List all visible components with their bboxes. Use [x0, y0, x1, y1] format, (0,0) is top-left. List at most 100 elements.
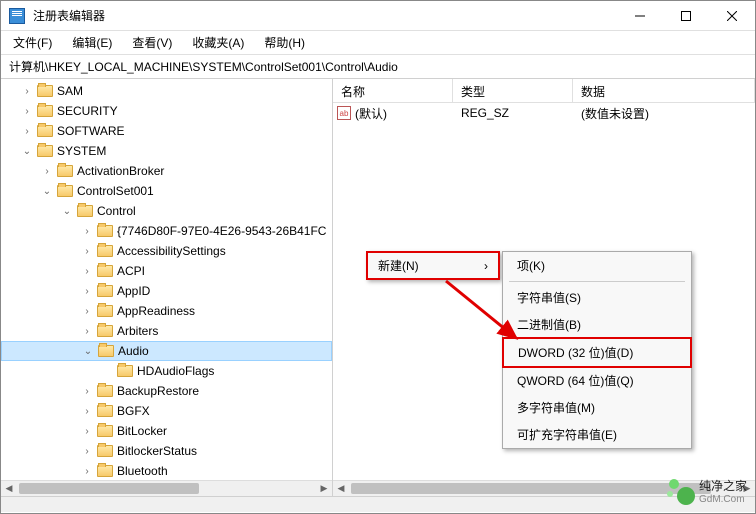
menu-item[interactable]: 项(K) [503, 252, 691, 279]
tree-label: SOFTWARE [57, 124, 125, 138]
tree-label: AppReadiness [117, 304, 195, 318]
folder-icon [97, 425, 113, 437]
context-submenu-new[interactable]: 项(K) 字符串值(S)二进制值(B)DWORD (32 位)值(D)QWORD … [502, 251, 692, 449]
close-button[interactable] [709, 1, 755, 31]
chevron-right-icon[interactable]: › [21, 106, 33, 117]
chevron-right-icon[interactable]: › [21, 126, 33, 137]
tree-item[interactable]: HDAudioFlags [1, 361, 332, 381]
folder-icon [97, 465, 113, 477]
chevron-down-icon[interactable]: ⌄ [61, 206, 73, 217]
chevron-right-icon[interactable]: › [81, 266, 93, 277]
folder-icon [97, 405, 113, 417]
menu-separator [509, 281, 685, 282]
chevron-right-icon[interactable]: › [81, 426, 93, 437]
chevron-down-icon[interactable]: ⌄ [41, 186, 53, 197]
tree-item[interactable]: › BitLocker [1, 421, 332, 441]
minimize-button[interactable] [617, 1, 663, 31]
tree-label: ActivationBroker [77, 164, 164, 178]
folder-icon [97, 385, 113, 397]
folder-icon [57, 165, 73, 177]
menu-item-new[interactable]: 新建(N) [378, 257, 419, 274]
tree-label: BGFX [117, 404, 150, 418]
tree-item[interactable]: ⌄SYSTEM [1, 141, 332, 161]
submenu-arrow-icon: › [484, 259, 488, 273]
tree-item[interactable]: ⌄Audio [1, 341, 332, 361]
folder-icon [97, 265, 113, 277]
titlebar: 注册表编辑器 [1, 1, 755, 31]
chevron-right-icon[interactable]: › [81, 466, 93, 477]
column-data[interactable]: 数据 [573, 79, 755, 102]
chevron-right-icon[interactable]: › [81, 406, 93, 417]
chevron-right-icon[interactable]: › [81, 386, 93, 397]
tree-label: BitLocker [117, 424, 167, 438]
menu-item[interactable]: 字符串值(S) [503, 284, 691, 311]
tree-label: BitlockerStatus [117, 444, 197, 458]
tree-item[interactable]: › BGFX [1, 401, 332, 421]
menu-edit[interactable]: 编辑(E) [64, 32, 120, 53]
maximize-button[interactable] [663, 1, 709, 31]
scroll-left-icon[interactable]: ◀ [333, 481, 349, 496]
menu-view[interactable]: 查看(V) [124, 32, 180, 53]
tree-item[interactable]: › Arbiters [1, 321, 332, 341]
tree-item[interactable]: › BackupRestore [1, 381, 332, 401]
tree-item[interactable]: › SECURITY [1, 101, 332, 121]
list-row[interactable]: ab (默认) REG_SZ (数值未设置) [333, 103, 755, 123]
tree-item[interactable]: › AppID [1, 281, 332, 301]
folder-icon [97, 445, 113, 457]
folder-icon [97, 225, 113, 237]
scroll-right-icon[interactable]: ▶ [316, 481, 332, 496]
tree-label: AccessibilitySettings [117, 244, 226, 258]
tree-item[interactable]: ›Bluetooth [1, 461, 332, 480]
folder-icon [37, 105, 53, 117]
tree-item[interactable]: › AppReadiness [1, 301, 332, 321]
tree-item[interactable]: › ACPI [1, 261, 332, 281]
chevron-right-icon[interactable]: › [81, 226, 93, 237]
menubar: 文件(F) 编辑(E) 查看(V) 收藏夹(A) 帮助(H) [1, 31, 755, 55]
menu-item[interactable]: DWORD (32 位)值(D) [502, 337, 692, 368]
tree-label: SAM [57, 84, 83, 98]
chevron-down-icon[interactable]: ⌄ [21, 146, 33, 157]
chevron-right-icon[interactable]: › [81, 286, 93, 297]
chevron-right-icon[interactable]: › [81, 306, 93, 317]
menu-item[interactable]: 多字符串值(M) [503, 394, 691, 421]
tree-hscrollbar[interactable]: ◀ ▶ [1, 480, 332, 496]
tree-item[interactable]: ⌄Control [1, 201, 332, 221]
tree-label: Arbiters [117, 324, 158, 338]
chevron-right-icon[interactable]: › [41, 166, 53, 177]
tree-item[interactable]: › AccessibilitySettings [1, 241, 332, 261]
chevron-right-icon[interactable]: › [81, 326, 93, 337]
chevron-down-icon[interactable]: ⌄ [82, 346, 94, 357]
scroll-left-icon[interactable]: ◀ [1, 481, 17, 496]
tree-item[interactable]: ⌄ControlSet001 [1, 181, 332, 201]
tree-label: SECURITY [57, 104, 118, 118]
tree-item[interactable]: › ActivationBroker [1, 161, 332, 181]
folder-icon [77, 205, 93, 217]
folder-icon [57, 185, 73, 197]
string-value-icon: ab [337, 106, 351, 120]
menu-item[interactable]: 可扩充字符串值(E) [503, 421, 691, 448]
tree-label: AppID [117, 284, 150, 298]
menu-item[interactable]: QWORD (64 位)值(Q) [503, 367, 691, 394]
watermark: 纯净之家 GdM.Com [667, 477, 747, 505]
address-bar[interactable]: 计算机\HKEY_LOCAL_MACHINE\SYSTEM\ControlSet… [1, 55, 755, 79]
tree-item[interactable]: › BitlockerStatus [1, 441, 332, 461]
tree-label: BackupRestore [117, 384, 199, 398]
menu-favorites[interactable]: 收藏夹(A) [184, 32, 252, 53]
menu-help[interactable]: 帮助(H) [256, 32, 313, 53]
chevron-right-icon[interactable]: › [81, 246, 93, 257]
app-icon [9, 8, 25, 24]
menu-item[interactable]: 二进制值(B) [503, 311, 691, 338]
chevron-right-icon[interactable]: › [21, 86, 33, 97]
folder-icon [97, 245, 113, 257]
tree-item[interactable]: › {7746D80F-97E0-4E26-9543-26B41FC [1, 221, 332, 241]
context-menu-new[interactable]: 新建(N) › [366, 251, 500, 280]
tree-label: ACPI [117, 264, 145, 278]
menu-file[interactable]: 文件(F) [5, 32, 60, 53]
tree-label: {7746D80F-97E0-4E26-9543-26B41FC [117, 224, 326, 238]
tree-item[interactable]: › SAM [1, 81, 332, 101]
column-type[interactable]: 类型 [453, 79, 573, 102]
column-name[interactable]: 名称 [333, 79, 453, 102]
chevron-right-icon[interactable]: › [81, 446, 93, 457]
value-name: (默认) [355, 105, 387, 122]
tree-item[interactable]: › SOFTWARE [1, 121, 332, 141]
